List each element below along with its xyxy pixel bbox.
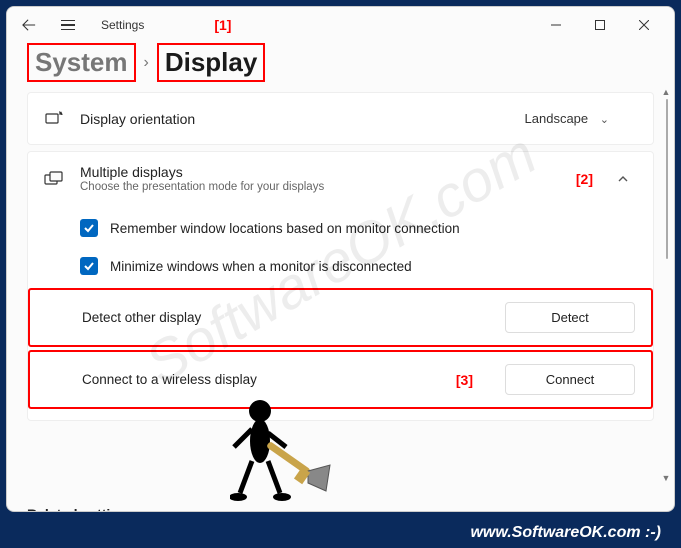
chevron-down-icon: ⌄ [600,114,609,126]
breadcrumb: System › Display [7,43,674,88]
connect-button[interactable]: Connect [505,364,635,395]
related-settings-heading: Related settings [7,492,674,512]
orientation-value: Landscape [525,111,589,126]
orientation-label: Display orientation [80,111,497,127]
minimize-label: Minimize windows when a monitor is disco… [110,259,412,274]
content-area: Display orientation Landscape ⌄ Multiple… [7,88,674,492]
scrollbar[interactable]: ▲ ▼ [662,99,672,471]
breadcrumb-parent[interactable]: System [27,43,136,82]
multiple-displays-content: Remember window locations based on monit… [28,205,653,416]
minimize-button[interactable] [534,10,578,40]
orientation-dropdown[interactable]: Landscape ⌄ [513,105,637,132]
menu-button[interactable] [57,14,79,37]
connect-wireless-row: Connect to a wireless display [3] Connec… [28,350,653,409]
collapse-button[interactable] [609,165,637,193]
orientation-icon [44,111,64,127]
detect-label: Detect other display [82,310,493,325]
detect-display-row: Detect other display Detect [28,288,653,347]
multiple-displays-header[interactable]: Multiple displays Choose the presentatio… [28,152,653,205]
minimize-windows-row[interactable]: Minimize windows when a monitor is disco… [28,247,653,285]
remember-locations-row[interactable]: Remember window locations based on monit… [28,209,653,247]
connect-label: Connect to a wireless display [82,372,444,387]
remember-label: Remember window locations based on monit… [110,221,460,236]
close-button[interactable] [622,10,666,40]
footer-text: www.SoftwareOK.com :-) [470,524,661,542]
annotation-1: [1] [214,17,231,33]
titlebar: Settings [1] [7,7,674,43]
scroll-thumb[interactable] [666,99,668,259]
multiple-displays-icon [44,171,64,187]
maximize-button[interactable] [578,10,622,40]
settings-window: Settings [1] System › Display Display or… [6,6,675,512]
detect-button[interactable]: Detect [505,302,635,333]
multiple-displays-subtitle: Choose the presentation mode for your di… [80,181,560,193]
scroll-up-icon[interactable]: ▲ [660,87,672,97]
back-button[interactable] [15,11,43,39]
remember-checkbox[interactable] [80,219,98,237]
annotation-2: [2] [576,171,593,187]
multiple-displays-title: Multiple displays [80,164,560,180]
scroll-down-icon[interactable]: ▼ [660,473,672,483]
window-controls [534,10,666,40]
multiple-displays-section: Multiple displays Choose the presentatio… [27,151,654,421]
app-title: Settings [101,18,144,32]
chevron-right-icon: › [142,54,151,72]
display-orientation-row[interactable]: Display orientation Landscape ⌄ [27,92,654,145]
minimize-checkbox[interactable] [80,257,98,275]
breadcrumb-current: Display [157,43,266,82]
annotation-3: [3] [456,372,473,388]
